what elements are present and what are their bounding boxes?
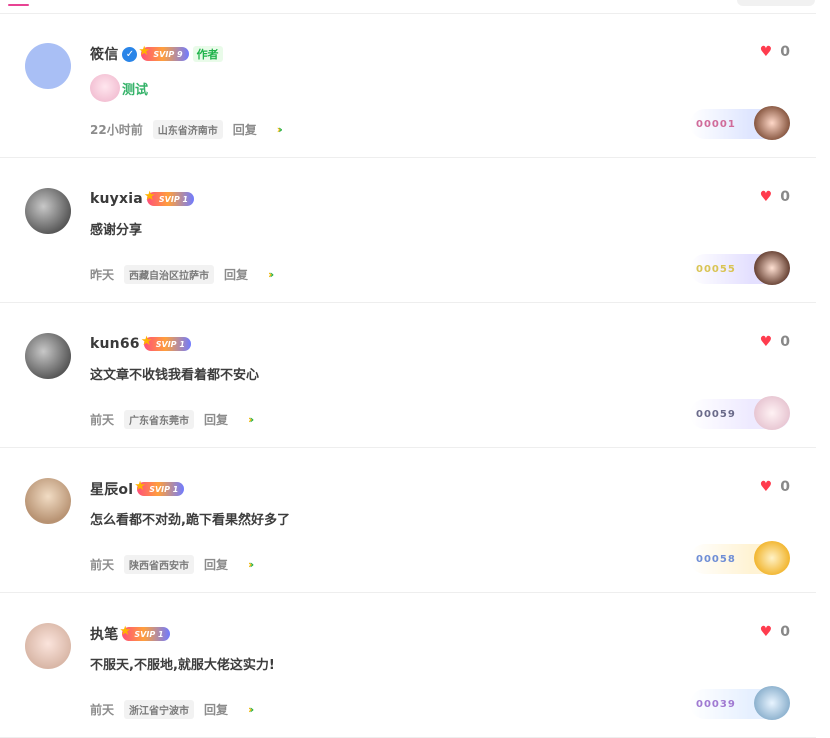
location-tag: 西藏自治区拉萨市 [124, 265, 215, 284]
comment-text: 这文章不收钱我看着都不安心 [90, 368, 260, 383]
sticker-icon [90, 74, 120, 102]
vip-badge: SVIP 1 [134, 479, 185, 496]
heart-icon: ♥ [759, 624, 773, 640]
floor-number: 00055 [696, 263, 736, 275]
comment-list: 筱信 ✓ SVIP 9 作者 测试 22小时前 山东省济南市 回复 ›› ♥ 0… [0, 13, 816, 738]
verified-icon: ✓ [122, 46, 138, 62]
heart-icon: ♥ [759, 479, 773, 495]
like-count: 0 [780, 334, 790, 350]
location-tag: 广东省东莞市 [124, 410, 195, 429]
like-count: 0 [780, 44, 790, 60]
reply-button[interactable]: 回复 [224, 266, 248, 283]
floor-number: 00039 [696, 698, 736, 710]
username[interactable]: kun66 [90, 336, 140, 352]
like-button[interactable]: ♥ 0 [760, 479, 790, 495]
comment-text: 怎么看都不对劲,跪下看果然好多了 [90, 513, 290, 528]
location-tag: 浙江省宁波市 [124, 700, 195, 719]
location-tag: 陕西省西安市 [124, 555, 195, 574]
comment-item: kuyxia SVIP 1 感谢分享 昨天 西藏自治区拉萨市 回复 ›› ♥ 0… [0, 158, 816, 303]
vip-badge: SVIP 1 [119, 624, 170, 641]
floor-character-icon [754, 396, 790, 430]
user-line: 筱信 ✓ SVIP 9 作者 [90, 44, 223, 64]
avatar[interactable] [25, 333, 71, 379]
comment-text: 感谢分享 [90, 223, 143, 238]
floor-character-icon [754, 686, 790, 720]
page-edge [816, 0, 830, 709]
like-button[interactable]: ♥ 0 [760, 189, 790, 205]
top-bar [0, 0, 830, 14]
comment-item: 星辰ol SVIP 1 怎么看都不对劲,跪下看果然好多了 前天 陕西省西安市 回… [0, 448, 816, 593]
comment-meta: 前天 广东省东莞市 回复 ›› [90, 410, 253, 429]
expand-arrow-icon[interactable]: ›› [248, 703, 253, 716]
avatar[interactable] [25, 188, 71, 234]
comment-content: 感谢分享 [90, 219, 142, 238]
comment-meta: 前天 浙江省宁波市 回复 ›› [90, 700, 253, 719]
top-pill[interactable] [737, 0, 815, 6]
floor-character-icon [754, 106, 790, 140]
location-tag: 山东省济南市 [152, 120, 223, 139]
reply-button[interactable]: 回复 [233, 121, 257, 138]
avatar[interactable] [25, 478, 71, 524]
comment-item: kun66 SVIP 1 这文章不收钱我看着都不安心 前天 广东省东莞市 回复 … [0, 303, 816, 448]
user-line: kuyxia SVIP 1 [90, 189, 195, 209]
username[interactable]: kuyxia [90, 191, 143, 207]
floor-number: 00058 [696, 553, 736, 565]
avatar[interactable] [25, 43, 71, 89]
like-button[interactable]: ♥ 0 [760, 624, 790, 640]
vip-badge: SVIP 1 [144, 189, 195, 206]
avatar[interactable] [25, 623, 71, 669]
like-count: 0 [780, 479, 790, 495]
active-tab-indicator [8, 4, 29, 6]
author-badge: 作者 [192, 46, 223, 62]
vip-badge: SVIP 1 [141, 334, 191, 351]
comment-content: 测试 [90, 74, 148, 102]
comment-content: 怎么看都不对劲,跪下看果然好多了 [90, 509, 290, 528]
user-line: kun66 SVIP 1 [90, 334, 191, 354]
floor-number: 00059 [696, 408, 736, 420]
floor-badge: 00058 [690, 541, 790, 575]
floor-number: 00001 [696, 118, 736, 130]
username[interactable]: 星辰ol [90, 479, 133, 499]
comment-meta: 昨天 西藏自治区拉萨市 回复 ›› [90, 265, 273, 284]
comment-meta: 前天 陕西省西安市 回复 ›› [90, 555, 253, 574]
username[interactable]: 筱信 [90, 44, 118, 64]
user-line: 执笔 SVIP 1 [90, 624, 170, 644]
comment-time: 前天 [90, 413, 115, 427]
floor-badge: 00059 [690, 396, 790, 430]
comment-time: 昨天 [90, 268, 115, 282]
floor-character-icon [754, 251, 790, 285]
reply-button[interactable]: 回复 [204, 701, 228, 718]
floor-character-icon [754, 541, 790, 575]
reply-button[interactable]: 回复 [204, 411, 228, 428]
comment-item: 执笔 SVIP 1 不服天,不服地,就服大佬这实力! 前天 浙江省宁波市 回复 … [0, 593, 816, 738]
like-button[interactable]: ♥ 0 [760, 334, 790, 350]
expand-arrow-icon[interactable]: ›› [248, 558, 253, 571]
expand-arrow-icon[interactable]: ›› [248, 413, 253, 426]
username[interactable]: 执笔 [90, 624, 118, 644]
heart-icon: ♥ [759, 44, 773, 60]
floor-badge: 00001 [690, 106, 790, 140]
vip-badge: SVIP 9 [138, 44, 189, 61]
like-button[interactable]: ♥ 0 [760, 44, 790, 60]
user-line: 星辰ol SVIP 1 [90, 479, 185, 499]
comment-time: 前天 [90, 703, 115, 717]
comment-meta: 22小时前 山东省济南市 回复 ›› [90, 120, 282, 139]
heart-icon: ♥ [759, 334, 773, 350]
floor-badge: 00039 [690, 686, 790, 720]
comment-time: 前天 [90, 558, 115, 572]
heart-icon: ♥ [759, 189, 773, 205]
comment-item: 筱信 ✓ SVIP 9 作者 测试 22小时前 山东省济南市 回复 ›› ♥ 0… [0, 13, 816, 158]
comment-content: 不服天,不服地,就服大佬这实力! [90, 654, 275, 673]
comment-text: 不服天,不服地,就服大佬这实力! [90, 658, 275, 673]
reply-button[interactable]: 回复 [204, 556, 228, 573]
floor-badge: 00055 [690, 251, 790, 285]
expand-arrow-icon[interactable]: ›› [268, 268, 273, 281]
comment-content: 这文章不收钱我看着都不安心 [90, 364, 259, 383]
like-count: 0 [780, 189, 790, 205]
comment-time: 22小时前 [90, 123, 143, 137]
expand-arrow-icon[interactable]: ›› [277, 123, 282, 136]
like-count: 0 [780, 624, 790, 640]
comment-text: 测试 [122, 82, 149, 98]
